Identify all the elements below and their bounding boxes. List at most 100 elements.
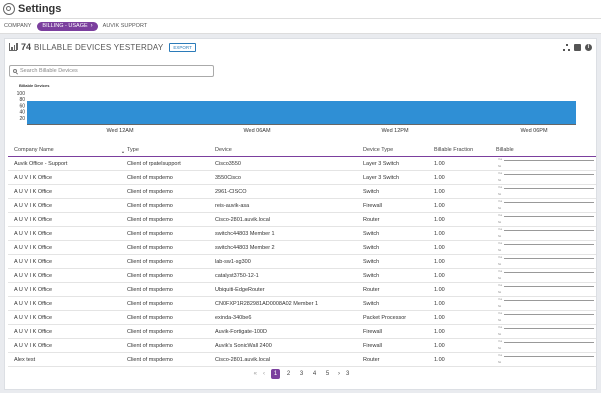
breadcrumb: COMPANY BILLING - USAGE › AUVIK SUPPORT <box>0 18 601 34</box>
page-4-button[interactable]: 4 <box>310 369 319 379</box>
table-row[interactable]: A U V I K Office Client of mspdemo 3550Cis… <box>8 171 596 185</box>
sparkline-line <box>504 271 594 273</box>
panel-header: 74 BILLABLE DEVICES YESTERDAY EXPORT <box>9 42 196 52</box>
sparkline-label: No <box>498 164 502 168</box>
cell-device: Cisco-2801.auvik.local <box>215 356 271 363</box>
cell-type: Client of rpatelsupport <box>127 160 181 167</box>
info-icon[interactable]: i <box>585 44 592 51</box>
bar-chart-icon <box>9 43 18 51</box>
x-tick-label: Wed 12AM <box>106 128 134 134</box>
breadcrumb-billing-usage[interactable]: BILLING - USAGE › <box>37 21 98 31</box>
billable-sparkline: Yes No <box>496 339 596 353</box>
last-page-button[interactable]: 3 <box>346 371 349 377</box>
cell-type: Client of mspdemo <box>127 174 173 181</box>
cell-type: Client of mspdemo <box>127 314 173 321</box>
hierarchy-icon[interactable] <box>563 44 570 51</box>
col-billable-fraction[interactable]: Billable Fraction <box>434 147 496 153</box>
pagination: « ‹ 12345 › 3 <box>5 369 598 379</box>
y-tick-label: 80 <box>19 97 25 103</box>
sparkline-line <box>504 215 594 217</box>
table-row[interactable]: A U V I K Office Client of mspdemo Auvik-F… <box>8 325 596 339</box>
table-row[interactable]: A U V I K Office Client of mspdemo switchc… <box>8 227 596 241</box>
sparkline-label: Yes <box>498 311 503 315</box>
billable-sparkline: Yes No <box>496 213 596 227</box>
panel-title: BILLABLE DEVICES YESTERDAY <box>34 42 164 52</box>
sparkline-label: Yes <box>498 297 503 301</box>
search-input[interactable] <box>20 68 200 74</box>
billable-sparkline: Yes No <box>496 157 596 171</box>
table-row[interactable]: A U V I K Office Client of mspdemo CN0FXP1… <box>8 297 596 311</box>
cell-device: switchc44803 Member 2 <box>215 244 275 251</box>
cell-device-type: Packet Processor <box>363 314 407 321</box>
cell-billable-fraction: 1.00 <box>434 188 445 195</box>
calendar-icon[interactable] <box>574 44 581 51</box>
cell-billable-fraction: 1.00 <box>434 230 445 237</box>
col-device[interactable]: Device <box>215 147 363 153</box>
sparkline-line <box>504 159 594 161</box>
billable-sparkline: Yes No <box>496 269 596 283</box>
table-row[interactable]: A U V I K Office Client of mspdemo Cisco-2… <box>8 213 596 227</box>
breadcrumb-company[interactable]: COMPANY <box>4 23 31 29</box>
cell-device: catalyst3750-12-1 <box>215 272 259 279</box>
cell-company-name: A U V I K Office <box>14 202 53 209</box>
cell-company-name: A U V I K Office <box>14 216 53 223</box>
billable-sparkline: Yes No <box>496 297 596 311</box>
page-3-button[interactable]: 3 <box>297 369 306 379</box>
page-title: Settings <box>18 3 62 15</box>
prev-page-button[interactable]: ‹ <box>263 371 265 377</box>
table-row[interactable]: A U V I K Office Client of mspdemo switchc… <box>8 241 596 255</box>
sparkline-label: No <box>498 262 502 266</box>
next-page-button[interactable]: › <box>338 371 340 377</box>
cell-device-type: Firewall <box>363 342 382 349</box>
cell-device-type: Router <box>363 286 380 293</box>
table-header: Company Name ▼ Type Device Device Type B… <box>8 143 596 157</box>
table-row[interactable]: A U V I K Office Client of mspdemo exinda-… <box>8 311 596 325</box>
billable-sparkline: Yes No <box>496 311 596 325</box>
top-bar: Settings <box>0 0 601 18</box>
cell-device-type: Router <box>363 356 380 363</box>
cell-device: Auvik-Fortigate-100D <box>215 328 267 335</box>
sparkline-label: Yes <box>498 353 503 357</box>
breadcrumb-auvik-support[interactable]: AUVIK SUPPORT <box>103 23 148 29</box>
table-row[interactable]: A U V I K Office Client of mspdemo lab-sw1… <box>8 255 596 269</box>
col-billable[interactable]: Billable <box>496 147 596 153</box>
page-numbers: 12345 <box>271 369 332 379</box>
table-row[interactable]: A U V I K Office Client of mspdemo catalys… <box>8 269 596 283</box>
search-box[interactable] <box>9 65 214 77</box>
sparkline-label: No <box>498 178 502 182</box>
col-device-type[interactable]: Device Type <box>363 147 434 153</box>
first-page-button[interactable]: « <box>254 371 257 377</box>
cell-device: Cisco-2801.auvik.local <box>215 216 271 223</box>
table-row[interactable]: Alex test Client of mspdemo Cisco-2801.auv… <box>8 353 596 367</box>
table-row[interactable]: A U V I K Office Client of mspdemo Auvik's… <box>8 339 596 353</box>
cell-type: Client of mspdemo <box>127 258 173 265</box>
table-row[interactable]: Auvik Office - Support Client of rpatelsu… <box>8 157 596 171</box>
table-row[interactable]: A U V I K Office Client of mspdemo reis-au… <box>8 199 596 213</box>
billable-sparkline: Yes No <box>496 241 596 255</box>
cell-device-type: Switch <box>363 188 380 195</box>
cell-billable-fraction: 1.00 <box>434 272 445 279</box>
page-2-button[interactable]: 2 <box>284 369 293 379</box>
cell-device: CN0FXP1R282981AD0008A02 Member 1 <box>215 300 319 307</box>
col-type[interactable]: Type <box>127 147 215 153</box>
cell-billable-fraction: 1.00 <box>434 244 445 251</box>
table-row[interactable]: A U V I K Office Client of mspdemo Ubiquit… <box>8 283 596 297</box>
page-5-button[interactable]: 5 <box>323 369 332 379</box>
sparkline-label: Yes <box>498 283 503 287</box>
billable-sparkline: Yes No <box>496 353 596 367</box>
billable-devices-chart: Billable Devices 10080604020 Wed 12AM Wed … <box>17 83 576 134</box>
page-1-button[interactable]: 1 <box>271 369 280 379</box>
sparkline-label: No <box>498 360 502 364</box>
cell-company-name: A U V I K Office <box>14 286 53 293</box>
sparkline-label: No <box>498 220 502 224</box>
cell-type: Client of mspdemo <box>127 286 173 293</box>
table-row[interactable]: A U V I K Office Client of mspdemo 2961-CI… <box>8 185 596 199</box>
col-company-name[interactable]: Company Name ▼ <box>8 147 127 153</box>
export-button[interactable]: EXPORT <box>169 42 196 52</box>
cell-type: Client of mspdemo <box>127 356 173 363</box>
cell-company-name: A U V I K Office <box>14 230 53 237</box>
cell-company-name: A U V I K Office <box>14 328 53 335</box>
billable-sparkline: Yes No <box>496 227 596 241</box>
cell-billable-fraction: 1.00 <box>434 314 445 321</box>
sort-down-icon[interactable]: ▼ <box>121 150 125 153</box>
